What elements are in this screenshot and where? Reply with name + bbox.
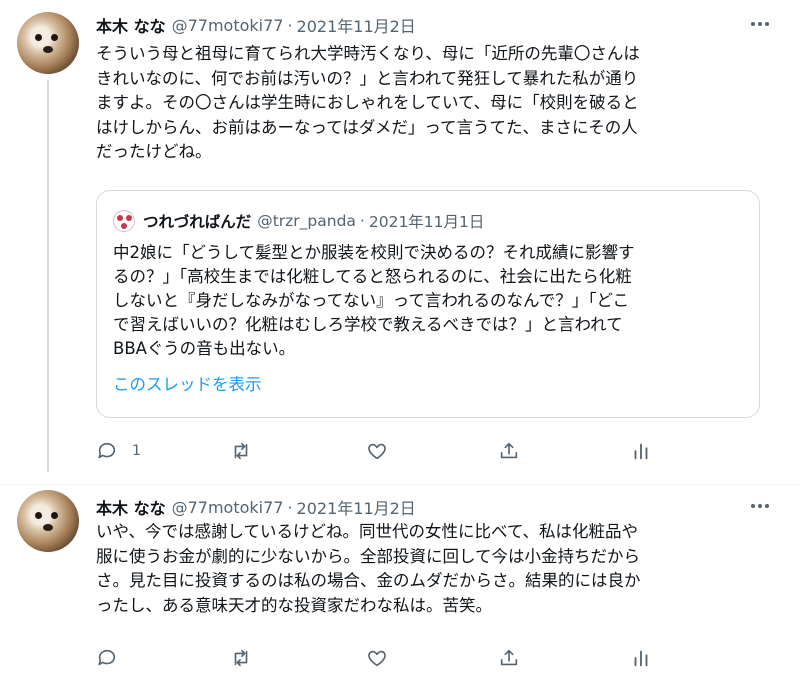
- tweet-actions: 1: [96, 436, 656, 466]
- avatar[interactable]: [17, 12, 79, 74]
- tweet-date[interactable]: 2021年11月2日: [297, 495, 416, 519]
- tweet-actions: [96, 643, 656, 673]
- share-icon: [500, 649, 518, 666]
- quoted-tweet-date: 2021年11月1日: [368, 213, 485, 231]
- quoted-tweet[interactable]: つれづればんだ @trzr_panda · 2021年11月1日 中2娘に「どう…: [96, 190, 760, 418]
- quoted-author-handle: @trzr_panda: [257, 212, 356, 230]
- more-icon[interactable]: [748, 14, 772, 34]
- share-icon: [500, 442, 518, 459]
- tweet-header: 本木 なな @77motoki77 · 2021年11月2日: [96, 494, 416, 520]
- retweet-button[interactable]: [230, 436, 252, 466]
- separator: ·: [287, 497, 293, 517]
- share-button[interactable]: [498, 436, 520, 466]
- like-button[interactable]: [366, 436, 388, 466]
- separator: ·: [359, 212, 365, 230]
- like-icon: [368, 443, 386, 460]
- quoted-author-name: つれづればんだ: [143, 213, 252, 231]
- show-thread-link[interactable]: このスレッドを表示: [113, 371, 262, 395]
- analytics-button[interactable]: [630, 436, 652, 466]
- quoted-avatar: [113, 210, 135, 232]
- author-handle[interactable]: @77motoki77: [172, 498, 284, 517]
- separator: ·: [287, 15, 293, 35]
- tweet-header: 本木 なな @77motoki77 · 2021年11月2日: [96, 12, 416, 38]
- analytics-button[interactable]: [630, 643, 652, 673]
- author-handle[interactable]: @77motoki77: [172, 16, 284, 35]
- retweet-icon: [234, 649, 248, 667]
- tweet-date[interactable]: 2021年11月2日: [297, 13, 416, 37]
- retweet-icon: [234, 442, 248, 460]
- reply-button[interactable]: [96, 643, 118, 673]
- reply-icon: [98, 649, 116, 666]
- like-icon: [368, 650, 386, 667]
- analytics-icon: [634, 650, 648, 667]
- more-icon[interactable]: [748, 496, 772, 516]
- quoted-tweet-header: つれづればんだ @trzr_panda · 2021年11月1日: [113, 209, 484, 233]
- like-button[interactable]: [366, 643, 388, 673]
- quoted-tweet-text: 中2娘に「どうして髪型とか服装を校則で決めるの？それ成績に影響す るの？」「高校…: [113, 243, 635, 358]
- tweet[interactable]: 本木 なな @77motoki77 · 2021年11月2日 そういう母と祖母に…: [0, 0, 800, 472]
- thread-line: [47, 80, 49, 472]
- retweet-button[interactable]: [230, 643, 252, 673]
- avatar[interactable]: [17, 490, 79, 552]
- author-name[interactable]: 本木 なな: [96, 495, 166, 519]
- share-button[interactable]: [498, 643, 520, 673]
- reply-count: 1: [132, 443, 141, 459]
- reply-button[interactable]: 1: [96, 436, 141, 466]
- tweet-divider: [0, 484, 800, 485]
- author-name[interactable]: 本木 なな: [96, 13, 166, 37]
- analytics-icon: [634, 443, 648, 460]
- reply-icon: [98, 442, 116, 459]
- tweet-text: そういう母と祖母に育てられ大学時汚くなり、母に「近所の先輩〇さんは きれいなのに…: [96, 44, 640, 161]
- tweet-text: いや、今では感謝しているけどね。同世代の女性に比べて、私は化粧品や 服に使うお金…: [96, 522, 641, 615]
